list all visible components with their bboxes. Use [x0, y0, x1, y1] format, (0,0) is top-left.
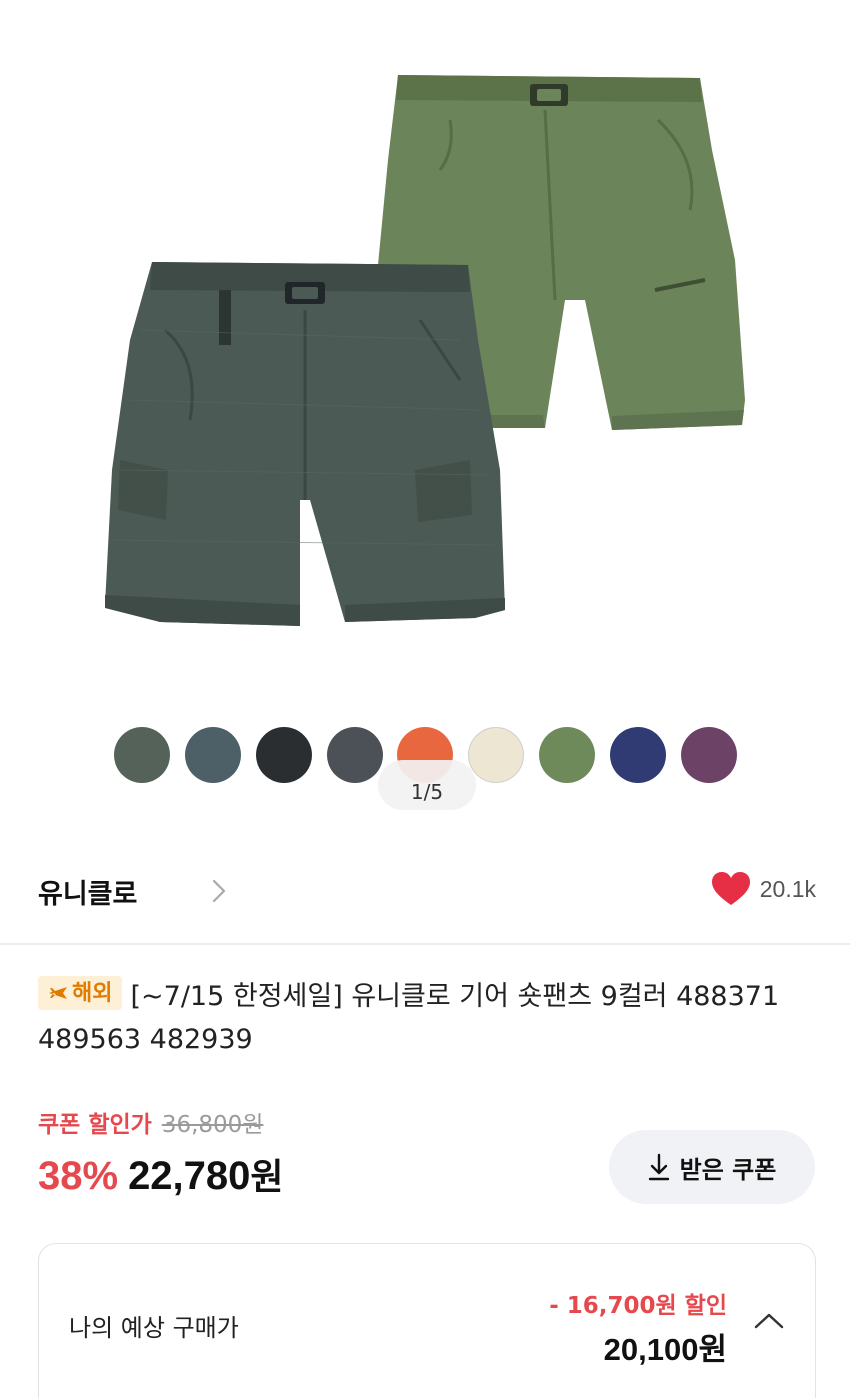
- product-title: [~7/15 한정세일] 유니클로 기어 숏팬츠 9컬러 488371 4895…: [38, 981, 780, 1055]
- received-coupon-label: 받은 쿠폰: [679, 1155, 777, 1184]
- swatch-navy[interactable]: [610, 727, 666, 783]
- expected-final-amount: 20,100: [603, 1332, 699, 1367]
- heart-icon: [711, 872, 750, 905]
- divider: [0, 943, 850, 945]
- brand-name[interactable]: 유니클로: [38, 872, 137, 911]
- expected-discount: - 16,700원 할인: [549, 1293, 727, 1319]
- product-image[interactable]: 1/5: [0, 0, 850, 830]
- chevron-up-icon[interactable]: [753, 1310, 785, 1332]
- swatch-gray[interactable]: [327, 727, 383, 783]
- swatch-purple[interactable]: [681, 727, 737, 783]
- product-title-block: 해외 [~7/15 한정세일] 유니클로 기어 숏팬츠 9컬러 488371 4…: [38, 975, 818, 1061]
- swatch-olive[interactable]: [539, 727, 595, 783]
- original-price: 36,800원: [161, 1112, 264, 1138]
- expected-price-label: 나의 예상 구매가: [69, 1314, 239, 1342]
- chevron-right-icon[interactable]: [206, 876, 232, 906]
- swatch-blue-gray[interactable]: [185, 727, 241, 783]
- swatch-cream[interactable]: [468, 727, 524, 783]
- sale-price-amount: 22,780: [128, 1154, 251, 1198]
- shorts-illustration: [105, 75, 745, 626]
- like-button[interactable]: 20.1k: [711, 872, 816, 906]
- overseas-badge: 해외: [38, 976, 123, 1010]
- sale-price-unit: 원: [250, 1157, 284, 1198]
- expected-final-unit: 원: [698, 1332, 727, 1368]
- patterned-shorts: [105, 262, 505, 626]
- download-icon: [648, 1153, 669, 1181]
- discount-rate: 38%: [38, 1154, 119, 1198]
- expected-price-card[interactable]: 나의 예상 구매가 - 16,700원 할인 20,100원: [38, 1243, 816, 1398]
- coupon-price-label-row: 쿠폰 할인가 36,800원: [38, 1105, 263, 1139]
- swatch-charcoal[interactable]: [256, 727, 312, 783]
- sale-price: 22,780원: [128, 1148, 283, 1200]
- overseas-badge-label: 해외: [72, 980, 113, 1006]
- brand-row: 유니클로 20.1k: [38, 862, 816, 920]
- coupon-price-label: 쿠폰 할인가: [38, 1112, 152, 1138]
- received-coupon-button[interactable]: 받은 쿠폰: [609, 1130, 815, 1204]
- swatch-dark-gray-green[interactable]: [114, 727, 170, 783]
- airplane-icon: [49, 987, 67, 999]
- like-count: 20.1k: [759, 875, 816, 902]
- image-pager: 1/5: [378, 760, 476, 810]
- expected-final-price: 20,100원: [604, 1324, 727, 1369]
- sale-price-row: 38% 22,780원: [38, 1148, 284, 1200]
